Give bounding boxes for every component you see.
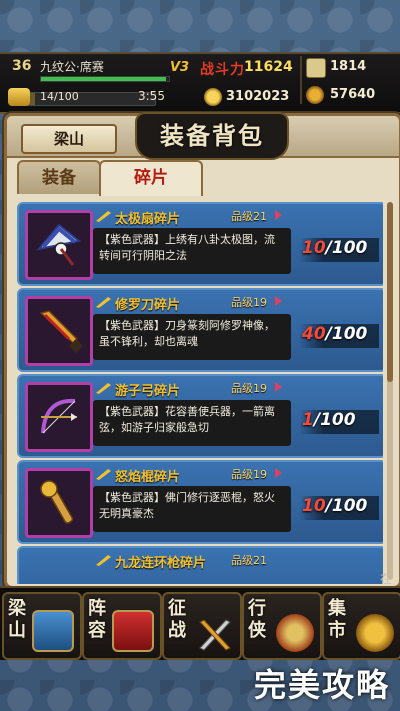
nav-label: 梁山 — [8, 598, 26, 641]
exp-bar — [40, 76, 170, 82]
fragment-name: 修罗刀碎片 — [115, 298, 181, 313]
fragment-count: 1/100 — [302, 410, 356, 430]
fragment-grade: 品级19 — [231, 296, 267, 309]
fan-icon — [25, 210, 93, 280]
fragment-need: 100 — [331, 324, 368, 344]
fragment-name: 怒焰棍碎片 — [115, 470, 181, 485]
power-value: 11624 — [244, 59, 293, 75]
fragment-have: 10 — [302, 238, 326, 258]
blade-icon — [25, 296, 93, 366]
stamina-bar — [14, 92, 156, 106]
fragment-count: 10/100 — [302, 496, 368, 516]
fragment-description: 【紫色武器】上绣有八卦太极图，流转间可行阴阳之法 — [93, 228, 291, 274]
nav-market[interactable]: 集市 — [322, 592, 400, 660]
staff-icon — [25, 468, 93, 538]
tab-equipment[interactable]: 装备 — [17, 160, 101, 194]
fragment-card[interactable]: 修罗刀碎片 品级19 【紫色武器】刀身篆刻阿修罗神像，虽不锋利，却也离魂 40/… — [17, 288, 383, 372]
fragment-grade: 品级19 — [231, 468, 267, 481]
panel-title: 装备背包 — [135, 112, 289, 160]
stamina-icon — [8, 88, 30, 106]
bow-icon — [25, 382, 93, 452]
fragment-card[interactable]: 游子弓碎片 品级19 【紫色武器】花容善使兵器，一箭离弦，如游子归家般急切 1/… — [17, 374, 383, 458]
arrow-icon — [275, 382, 282, 392]
scroll-currency-icon — [306, 58, 326, 78]
arrow-icon — [275, 468, 282, 478]
fragment-have: 40 — [302, 324, 326, 344]
weapon-type-icon — [95, 552, 113, 566]
watermark-text: 完美攻略 — [253, 666, 390, 704]
vip-badge[interactable]: V3 — [170, 60, 189, 75]
fragment-name: 游子弓碎片 — [115, 384, 181, 399]
weapon-type-icon — [95, 380, 113, 394]
edge-text: 在 — [380, 572, 393, 586]
fragment-count: 40/100 — [302, 324, 368, 344]
weapon-type-icon — [95, 208, 113, 222]
formation-icon — [112, 610, 154, 652]
player-level: 36 — [12, 58, 32, 74]
gourd-currency-icon — [306, 86, 324, 104]
nav-formation[interactable]: 阵容 — [82, 592, 162, 660]
divider — [300, 56, 302, 104]
scroll-thumb[interactable] — [387, 202, 393, 382]
player-name[interactable]: 九纹公·席赛 — [40, 58, 104, 75]
fragment-card[interactable]: 九龙连环枪碎片 品级21 — [17, 546, 383, 584]
nav-label: 集市 — [328, 598, 346, 641]
arrow-icon — [275, 296, 282, 306]
fragment-description: 【紫色武器】花容善使兵器，一箭离弦，如游子归家般急切 — [93, 400, 291, 446]
power-label: 战斗力 — [200, 62, 245, 78]
nav-campaign[interactable]: 征战 — [162, 592, 242, 660]
fragment-need: 100 — [331, 496, 368, 516]
bottom-nav: 梁山 阵容 征战 行侠 集市 — [0, 586, 400, 660]
fragment-grade: 品级19 — [231, 382, 267, 395]
gold-coin-icon — [204, 88, 222, 106]
fragment-count: 10/100 — [302, 238, 368, 258]
stamina-timer: 3:55 — [138, 89, 165, 103]
weapon-type-icon — [95, 466, 113, 480]
stamina-value: 14/100 — [40, 90, 79, 103]
fragment-card[interactable]: 太极扇碎片 品级21 【紫色武器】上绣有八卦太极图，流转间可行阴阳之法 10/1… — [17, 202, 383, 286]
arrow-icon — [275, 210, 282, 220]
fragment-need: 100 — [331, 238, 368, 258]
fragment-grade: 品级21 — [231, 210, 267, 223]
fragment-card[interactable]: 怒焰棍碎片 品级19 【紫色武器】佛门修行逐恶棍，怒火无明真豪杰 10/100 — [17, 460, 383, 544]
fragment-name: 太极扇碎片 — [115, 212, 181, 227]
gourd-currency-value: 57640 — [330, 87, 376, 102]
nav-label: 行侠 — [248, 598, 266, 641]
fragment-need: 100 — [320, 410, 356, 430]
market-icon — [356, 614, 394, 652]
tab-bar: 装备 碎片 — [7, 158, 399, 196]
weapon-type-icon — [95, 294, 113, 308]
fragment-name: 九龙连环枪碎片 — [115, 556, 207, 571]
mountain-gate-icon — [32, 610, 74, 652]
list-scrollbar[interactable] — [387, 202, 393, 580]
fragment-description: 【紫色武器】佛门修行逐恶棍，怒火无明真豪杰 — [93, 486, 291, 532]
equipment-panel: 梁山 装备背包 装备 碎片 太极扇碎片 品级21 【紫色武器】上绣有八卦太极图，… — [4, 112, 400, 589]
crossed-swords-icon — [196, 614, 234, 652]
nav-label: 阵容 — [88, 598, 106, 641]
fragment-description: 【紫色武器】刀身篆刻阿修罗神像，虽不锋利，却也离魂 — [93, 314, 291, 360]
fragment-grade: 品级21 — [231, 554, 267, 567]
gold-value: 3102023 — [226, 89, 290, 104]
panel-header: 梁山 装备背包 — [7, 112, 399, 160]
exp-fill — [41, 77, 167, 81]
back-button[interactable]: 梁山 — [21, 124, 117, 154]
nav-liangshan[interactable]: 梁山 — [2, 592, 82, 660]
fragment-list[interactable]: 太极扇碎片 品级21 【紫色武器】上绣有八卦太极图，流转间可行阴阳之法 10/1… — [17, 196, 383, 584]
scroll-currency-value: 1814 — [330, 59, 367, 74]
fragment-have: 1 — [302, 410, 314, 430]
fragment-have: 10 — [302, 496, 326, 516]
shield-icon — [276, 614, 314, 652]
nav-xingxia[interactable]: 行侠 — [242, 592, 322, 660]
tab-fragments[interactable]: 碎片 — [99, 160, 203, 196]
nav-label: 征战 — [168, 598, 186, 641]
